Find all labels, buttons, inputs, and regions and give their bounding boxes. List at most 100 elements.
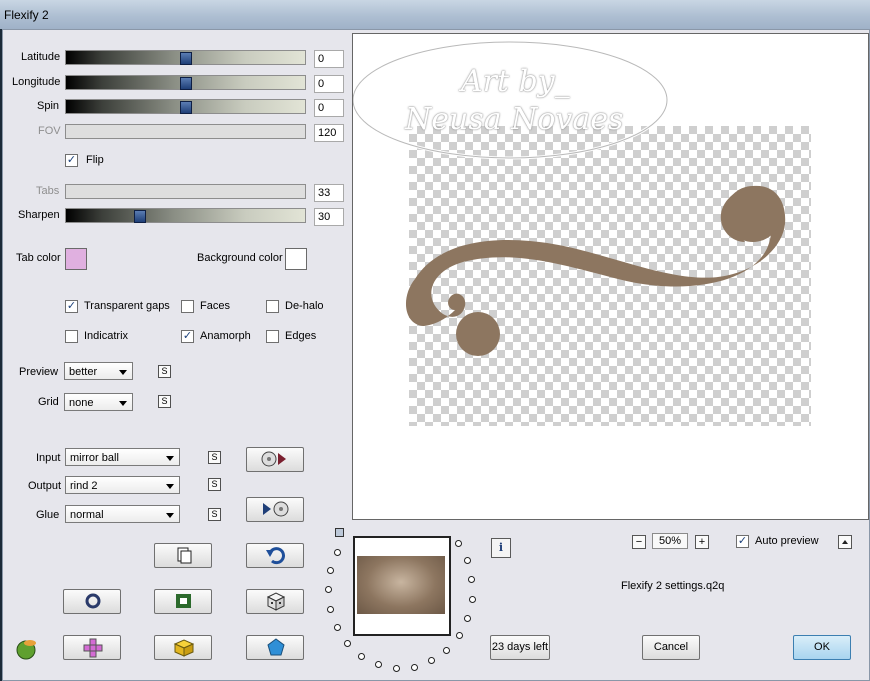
indicatrix-checkbox[interactable] [65,330,78,343]
collapse-button[interactable] [838,535,852,549]
input-s-button[interactable]: S [208,451,221,464]
orbit-dot[interactable] [428,657,435,664]
output-select[interactable]: rind 2 [65,476,180,494]
ok-button[interactable]: OK [793,635,851,660]
orbit-dot[interactable] [455,540,462,547]
background-color-label: Background color [197,252,283,264]
fov-value: 120 [314,124,344,142]
thumbnail-preview[interactable] [353,536,451,636]
orbit-dot[interactable] [468,576,475,583]
undo-button[interactable] [246,543,304,568]
plus-icon [83,638,103,658]
swap-to-input-button[interactable] [246,497,304,522]
tabs-label: Tabs [36,185,60,197]
title-bar[interactable]: Flexify 2 [0,0,870,29]
background-color-swatch[interactable] [285,248,307,270]
orbit-dot[interactable] [327,567,334,574]
fov-slider [65,124,306,139]
orbit-dot[interactable] [344,640,351,647]
app-logo-icon[interactable] [13,635,39,661]
orbit-dot[interactable] [334,624,341,631]
orbit-dot[interactable] [411,664,418,671]
longitude-value[interactable]: 0 [314,75,344,93]
pentagon-button[interactable] [246,635,304,660]
sharpen-value[interactable]: 30 [314,208,344,226]
faces-checkbox[interactable] [181,300,194,313]
dice-icon [266,592,286,611]
orbit-dot[interactable] [334,549,341,556]
orbit-dot[interactable] [464,557,471,564]
output-label: Output [28,480,62,492]
chevron-down-icon [119,370,127,375]
longitude-slider[interactable] [65,75,306,90]
chevron-down-icon [166,513,174,518]
zoom-value[interactable]: 50% [652,533,688,549]
orbit-dot[interactable] [393,665,400,672]
orbit-dot[interactable] [464,615,471,622]
orbit-dot[interactable] [375,661,382,668]
zoom-in-button[interactable]: + [695,535,709,549]
anamorph-checkbox[interactable]: ✓ [181,330,194,343]
longitude-thumb[interactable] [180,77,192,90]
tabs-value: 33 [314,184,344,202]
preview-panel[interactable]: Art by_ Neusa Novaes [352,33,869,520]
info-icon[interactable]: i [491,538,511,558]
grid-s-button[interactable]: S [158,395,171,408]
sharpen-slider[interactable] [65,208,306,223]
input-value: mirror ball [70,452,119,464]
square-frame-icon [176,594,191,608]
output-value: rind 2 [70,480,98,492]
copy-button[interactable] [154,543,212,568]
grid-label: Grid [38,396,59,408]
edges-label: Edges [285,330,317,342]
trial-button[interactable]: 23 days left [490,635,550,660]
chevron-down-icon [166,456,174,461]
latitude-value[interactable]: 0 [314,50,344,68]
spin-value[interactable]: 0 [314,99,344,117]
fov-label: FOV [38,125,61,137]
preview-s-button[interactable]: S [158,365,171,378]
grid-select[interactable]: none [64,393,133,411]
glue-select[interactable]: normal [65,505,180,523]
output-s-button[interactable]: S [208,478,221,491]
zoom-out-button[interactable]: − [632,535,646,549]
random-button[interactable] [246,589,304,614]
orbit-dot[interactable] [443,647,450,654]
cancel-button[interactable]: Cancel [642,635,700,660]
preview-quality-select[interactable]: better [64,362,133,380]
swap-to-output-button[interactable] [246,447,304,472]
latitude-slider[interactable] [65,50,306,65]
indicatrix-label: Indicatrix [84,330,129,342]
auto-preview-checkbox[interactable]: ✓ [736,535,749,548]
sharpen-label: Sharpen [18,209,60,221]
orbit-dot[interactable] [358,653,365,660]
preview-label: Preview [19,366,59,378]
spin-slider[interactable] [65,99,306,114]
flip-label: Flip [86,154,104,166]
cube-button[interactable] [154,635,212,660]
sharpen-thumb[interactable] [134,210,146,223]
transparent-gaps-checkbox[interactable]: ✓ [65,300,78,313]
edges-checkbox[interactable] [266,330,279,343]
latitude-thumb[interactable] [180,52,192,65]
preview-quality-value: better [69,366,98,378]
de-halo-checkbox[interactable] [266,300,279,313]
glue-s-button[interactable]: S [208,508,221,521]
ring-button[interactable] [63,589,121,614]
transparent-gaps-label: Transparent gaps [84,300,170,312]
orbit-dot[interactable] [325,586,332,593]
orbit-dot[interactable] [456,632,463,639]
chevron-down-icon [119,401,127,406]
tabs-slider [65,184,306,199]
input-select[interactable]: mirror ball [65,448,180,466]
flip-checkbox[interactable]: ✓ [65,154,78,167]
chevron-down-icon [166,484,174,489]
orbit-dot[interactable] [327,606,334,613]
spin-thumb[interactable] [180,101,192,114]
thumbnail-image [357,556,445,614]
thumbnail-handle[interactable] [335,528,344,537]
orbit-dot[interactable] [469,596,476,603]
frame-button[interactable] [154,589,212,614]
plus-shape-button[interactable] [63,635,121,660]
tab-color-swatch[interactable] [65,248,87,270]
